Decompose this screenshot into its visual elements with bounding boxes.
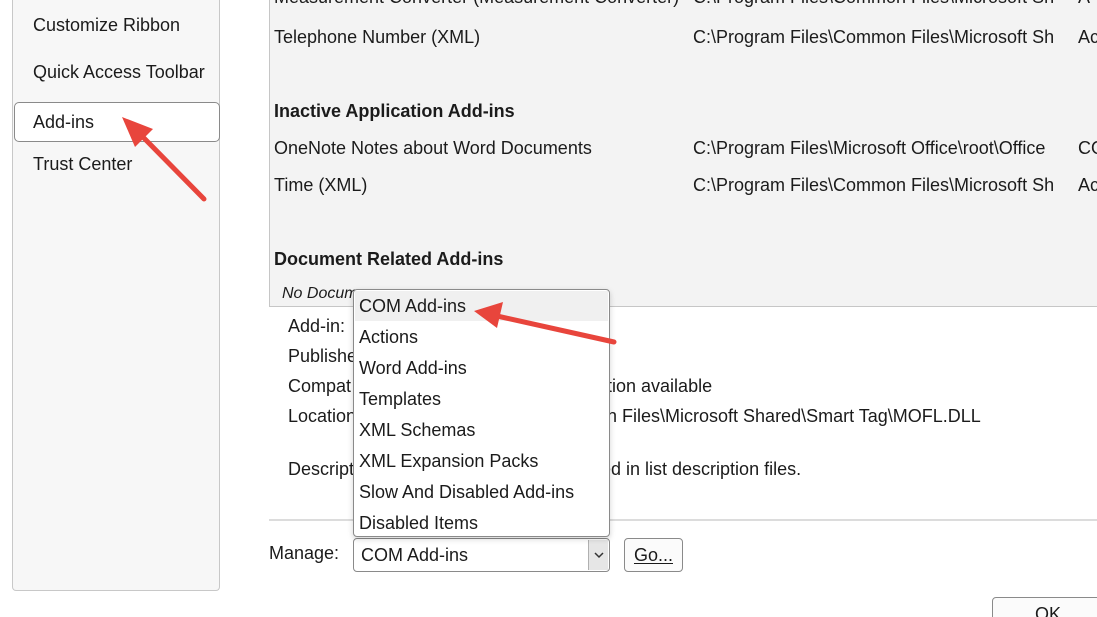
dropdown-option-xml-schemas[interactable]: XML Schemas [355,415,608,445]
dropdown-option-slow-disabled-add-ins[interactable]: Slow And Disabled Add-ins [355,477,608,507]
manage-select-toggle[interactable] [588,540,608,570]
detail-location-value: on Files\Microsoft Shared\Smart Tag\MOFL… [597,406,981,426]
go-button[interactable]: Go... [624,538,683,572]
no-document-add-ins-note: No Docum [282,285,358,302]
detail-location-label: Location [288,406,357,426]
detail-compatibility-label: Compat [288,376,352,396]
add-in-location: C:\Program Files\Common Files\Microsoft … [693,175,1055,195]
sidebar-item-add-ins[interactable]: Add-ins [14,102,220,142]
add-ins-list[interactable]: Measurement Converter (Measurement Conve… [269,0,1097,307]
add-in-type: Ac [1078,175,1097,195]
manage-dropdown-list[interactable]: COM Add-ins Actions Word Add-ins Templat… [353,289,610,537]
add-in-type: CO [1078,138,1097,158]
ok-button[interactable]: OK [992,597,1097,617]
dropdown-option-templates[interactable]: Templates [355,384,608,414]
sidebar-item-customize-ribbon[interactable]: Customize Ribbon [14,5,219,45]
manage-select-value: COM Add-ins [361,545,469,565]
add-in-name[interactable]: Measurement Converter (Measurement Conve… [274,0,679,8]
detail-add-in-label: Add-in: [288,316,346,336]
add-in-location: C:\Program Files\Common Files\Microsoft … [693,0,1054,8]
add-in-location: C:\Program Files\Common Files\Microsoft … [693,27,1055,47]
add-in-type: Ac [1078,27,1097,47]
add-in-name[interactable]: Time (XML) [274,175,367,196]
add-in-location: C:\Program Files\Microsoft Office\root\O… [693,138,1046,158]
sidebar-item-quick-access-toolbar[interactable]: Quick Access Toolbar [14,52,219,92]
sidebar-item-trust-center[interactable]: Trust Center [14,144,219,184]
detail-description-value: ied in list description files. [597,459,802,479]
section-title-inactive: Inactive Application Add-ins [274,101,515,121]
add-in-name[interactable]: OneNote Notes about Word Documents [274,138,592,159]
add-in-type: A [1078,0,1090,8]
detail-compatibility-value: ation available [597,376,713,396]
word-options-dialog: Customize Ribbon Quick Access Toolbar Ad… [0,0,1097,617]
options-sidebar: Customize Ribbon Quick Access Toolbar Ad… [12,0,220,591]
add-in-name[interactable]: Telephone Number (XML) [274,27,480,48]
section-title-document-related: Document Related Add-ins [274,249,504,269]
dropdown-option-com-add-ins[interactable]: COM Add-ins [355,291,608,321]
chevron-down-icon [593,551,604,558]
dropdown-option-disabled-items[interactable]: Disabled Items [355,508,608,536]
manage-select[interactable]: COM Add-ins [353,538,610,572]
detail-publisher-label: Publishe [288,346,358,366]
dropdown-option-xml-expansion-packs[interactable]: XML Expansion Packs [355,446,608,476]
detail-description-label: Descript [288,459,355,479]
dropdown-option-word-add-ins[interactable]: Word Add-ins [355,353,608,383]
manage-label: Manage: [269,543,340,563]
dropdown-option-actions[interactable]: Actions [355,322,608,352]
